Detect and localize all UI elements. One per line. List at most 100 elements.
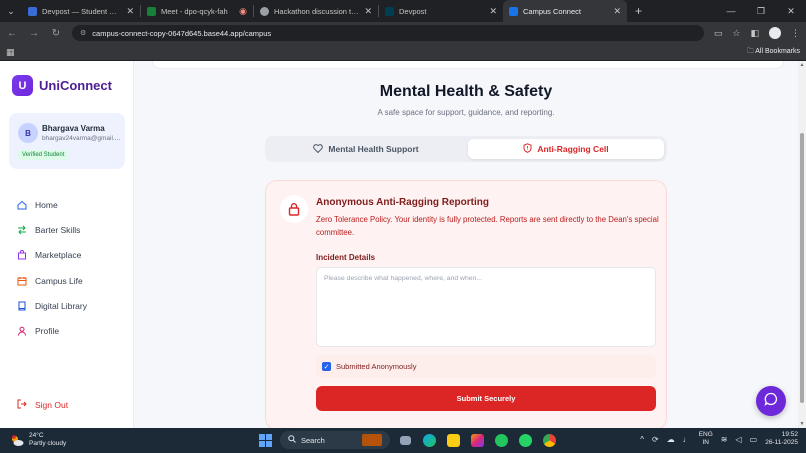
task-view-icon[interactable]: [396, 431, 414, 449]
cast-icon[interactable]: ▭: [714, 28, 723, 39]
sidebar-item-digital-library[interactable]: Digital Library: [17, 293, 127, 318]
browser-tab-active[interactable]: Campus Connect ✕: [503, 0, 627, 22]
file-explorer-icon[interactable]: [444, 431, 462, 449]
wifi-icon[interactable]: ≋: [721, 435, 728, 444]
previous-section-edge: [152, 61, 784, 69]
avatar: B: [18, 123, 38, 143]
weather-widget[interactable]: 24°C Partly cloudy: [10, 432, 66, 448]
taskbar-search[interactable]: Search: [280, 431, 390, 449]
site-info-icon[interactable]: ⚙: [80, 29, 86, 37]
sidebar: U UniConnect B Bhargava Varma bhargav24v…: [0, 61, 134, 428]
whatsapp-icon[interactable]: [516, 431, 534, 449]
main-content: Mental Health & Safety A safe space for …: [134, 61, 798, 428]
forward-icon[interactable]: →: [28, 28, 40, 39]
spotify-icon[interactable]: [492, 431, 510, 449]
maximize-icon[interactable]: ❐: [746, 0, 776, 22]
sidebar-item-marketplace[interactable]: Marketplace: [17, 243, 127, 268]
edge-icon[interactable]: [420, 431, 438, 449]
report-description: Zero Tolerance Policy. Your identity is …: [316, 215, 659, 237]
weather-condition: Partly cloudy: [29, 440, 67, 447]
reload-icon[interactable]: ↻: [50, 28, 62, 39]
url-input[interactable]: ⚙ campus-connect-copy-0647d645.base44.ap…: [72, 25, 704, 41]
chevron-up-icon[interactable]: ^: [640, 435, 644, 444]
book-icon: [17, 301, 27, 311]
user-card[interactable]: B Bhargava Varma bhargav24varma@gmail...…: [9, 113, 125, 169]
close-tab-icon[interactable]: ✕: [126, 6, 134, 17]
extensions-icon[interactable]: ◧: [750, 28, 759, 39]
new-tab-icon[interactable]: +: [627, 4, 650, 18]
date: 26-11-2025: [765, 439, 798, 446]
sign-out-button[interactable]: Sign Out: [17, 399, 68, 411]
recording-icon: ◉: [239, 5, 247, 16]
browser-tab[interactable]: Hackathon discussion topics ✕: [254, 0, 378, 22]
tab-mental-health-support[interactable]: Mental Health Support: [268, 139, 464, 159]
minimize-icon[interactable]: —: [716, 0, 746, 22]
menu-icon[interactable]: ⋮: [791, 28, 800, 39]
toolbar-actions: ▭ ☆ ◧ ⋮: [714, 27, 800, 39]
battery-icon[interactable]: ▭: [750, 435, 758, 444]
close-tab-icon[interactable]: ✕: [364, 6, 372, 17]
volume-icon[interactable]: ◁: [736, 435, 742, 444]
tab-label: Hackathon discussion topics: [274, 6, 360, 16]
tab-search-icon[interactable]: ⌄: [0, 0, 22, 22]
browser-tab[interactable]: Devpost — Student Guide for H ✕: [22, 0, 140, 22]
browser-tab[interactable]: Devpost ✕: [379, 0, 503, 22]
app-logo[interactable]: U UniConnect: [12, 75, 112, 96]
microphone-icon[interactable]: ♩: [683, 435, 691, 444]
clock[interactable]: 19:52 26-11-2025: [765, 431, 798, 447]
close-window-icon[interactable]: ✕: [776, 0, 806, 22]
anonymous-checkbox-row[interactable]: ✓ Submitted Anonymously: [316, 355, 656, 378]
anonymous-label: Submitted Anonymously: [336, 362, 417, 371]
close-tab-icon[interactable]: ✕: [489, 6, 497, 17]
page-subtitle: A safe space for support, guidance, and …: [377, 108, 555, 117]
calendar-icon: [17, 276, 27, 286]
tab-anti-ragging-cell[interactable]: Anti-Ragging Cell: [468, 139, 664, 159]
all-bookmarks-button[interactable]: 🗀 All Bookmarks: [747, 47, 800, 58]
back-icon[interactable]: ←: [6, 28, 18, 39]
sign-out-label: Sign Out: [35, 400, 69, 410]
apps-grid-icon[interactable]: ▦: [6, 47, 15, 58]
search-highlight-image: [362, 434, 382, 446]
time: 19:52: [781, 431, 798, 438]
start-windows-icon[interactable]: [256, 431, 274, 449]
tab-label: Devpost: [399, 6, 427, 16]
tab-label: Devpost — Student Guide for H: [42, 6, 121, 16]
window-controls: — ❐ ✕: [716, 0, 806, 22]
incident-details-input[interactable]: [316, 267, 656, 347]
bookmark-star-icon[interactable]: ☆: [732, 28, 740, 39]
scroll-up-icon[interactable]: ▲: [798, 61, 806, 69]
tab-label: Mental Health Support: [328, 144, 419, 154]
sidebar-item-profile[interactable]: Profile: [17, 318, 127, 343]
cloud-icon[interactable]: ☁: [667, 435, 675, 444]
browser-tab[interactable]: Meet - dpo-qcyk-fah ◉: [141, 0, 253, 22]
submit-securely-button[interactable]: Submit Securely: [316, 386, 656, 411]
sync-icon[interactable]: ⟳: [652, 435, 659, 444]
instagram-icon[interactable]: [468, 431, 486, 449]
sidebar-item-campus-life[interactable]: Campus Life: [17, 268, 127, 293]
sidebar-item-barter-skills[interactable]: Barter Skills: [17, 217, 127, 242]
scrollbar-thumb[interactable]: [800, 133, 804, 403]
profile-avatar-icon[interactable]: [769, 27, 781, 39]
app-name: UniConnect: [39, 78, 112, 93]
anonymous-checkbox[interactable]: ✓: [322, 362, 331, 371]
swap-icon: [17, 225, 27, 235]
system-tray: ^ ⟳ ☁ ♩ ENG IN ≋ ◁ ▭ 19:52 26-11-2025: [640, 431, 798, 447]
tab-label: Campus Connect: [523, 6, 581, 16]
sidebar-item-label: Profile: [35, 326, 60, 337]
browser-tab-bar: ⌄ Devpost — Student Guide for H ✕ Meet -…: [0, 0, 806, 22]
section-tabs: Mental Health Support Anti-Ragging Cell: [265, 136, 667, 162]
tab-label: Anti-Ragging Cell: [537, 144, 609, 154]
chrome-icon[interactable]: [540, 431, 558, 449]
temperature: 24°C: [29, 432, 44, 439]
chat-assistant-button[interactable]: [756, 386, 786, 416]
heart-icon: [313, 143, 324, 155]
tab-label: Meet - dpo-qcyk-fah: [161, 6, 228, 16]
verified-badge: Verified Student: [18, 150, 69, 160]
close-tab-icon[interactable]: ✕: [613, 6, 621, 17]
region-code: IN: [702, 439, 710, 446]
page-scrollbar[interactable]: ▲ ▼: [798, 61, 806, 428]
language-indicator[interactable]: ENG IN: [699, 431, 713, 447]
sidebar-item-home[interactable]: Home: [17, 192, 127, 217]
sign-out-icon: [17, 399, 27, 411]
scroll-down-icon[interactable]: ▼: [798, 420, 806, 428]
